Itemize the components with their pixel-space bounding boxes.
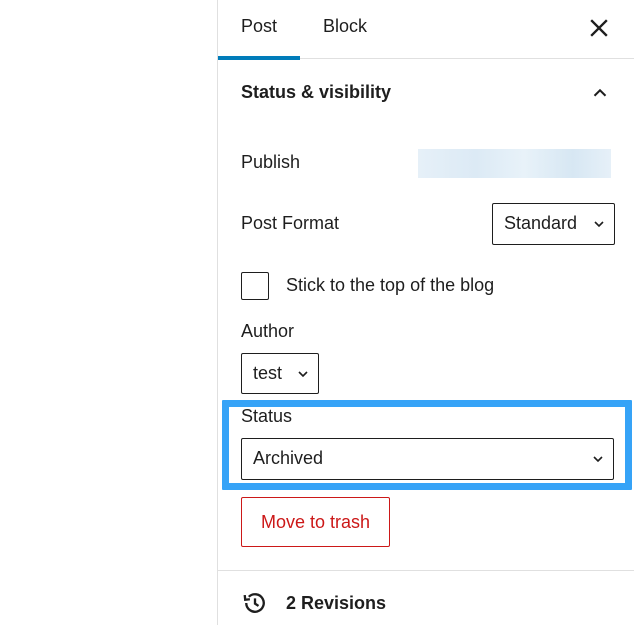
chevron-down-icon [298,371,308,378]
close-sidebar-button[interactable] [585,14,613,42]
revisions-label: 2 Revisions [286,593,387,613]
history-icon [243,593,265,613]
move-to-trash-button[interactable]: Move to trash [241,497,390,547]
section-title: Status & visibility [241,82,392,102]
tab-post[interactable]: Post [218,0,300,60]
sticky-label[interactable]: Stick to the top of the blog [286,275,494,296]
settings-sidebar: Post Block Status & visibility Publish P… [217,0,634,625]
sticky-checkbox[interactable] [241,272,269,300]
post-format-select[interactable]: Standard [492,203,615,245]
status-value: Archived [253,448,324,468]
status-label: Status [241,406,293,426]
tab-post-label: Post [240,16,278,36]
chevron-down-icon [593,456,603,463]
author-label: Author [241,321,295,341]
close-icon [590,19,608,37]
status-visibility-toggle[interactable]: Status & visibility [218,60,634,126]
post-format-label: Post Format [241,213,340,233]
publish-label: Publish [241,152,301,172]
status-select[interactable]: Archived [241,438,614,480]
publish-date-button[interactable] [418,149,611,178]
tab-block[interactable]: Block [306,0,384,59]
author-select[interactable]: test [241,353,319,394]
author-value: test [253,363,283,383]
sidebar-tabs: Post Block [218,0,634,60]
chevron-down-icon [594,221,604,228]
section-divider [218,570,634,571]
post-format-value: Standard [504,213,578,233]
editor-canvas [0,0,217,625]
tab-block-label: Block [322,16,367,36]
chevron-up-icon [593,88,607,97]
